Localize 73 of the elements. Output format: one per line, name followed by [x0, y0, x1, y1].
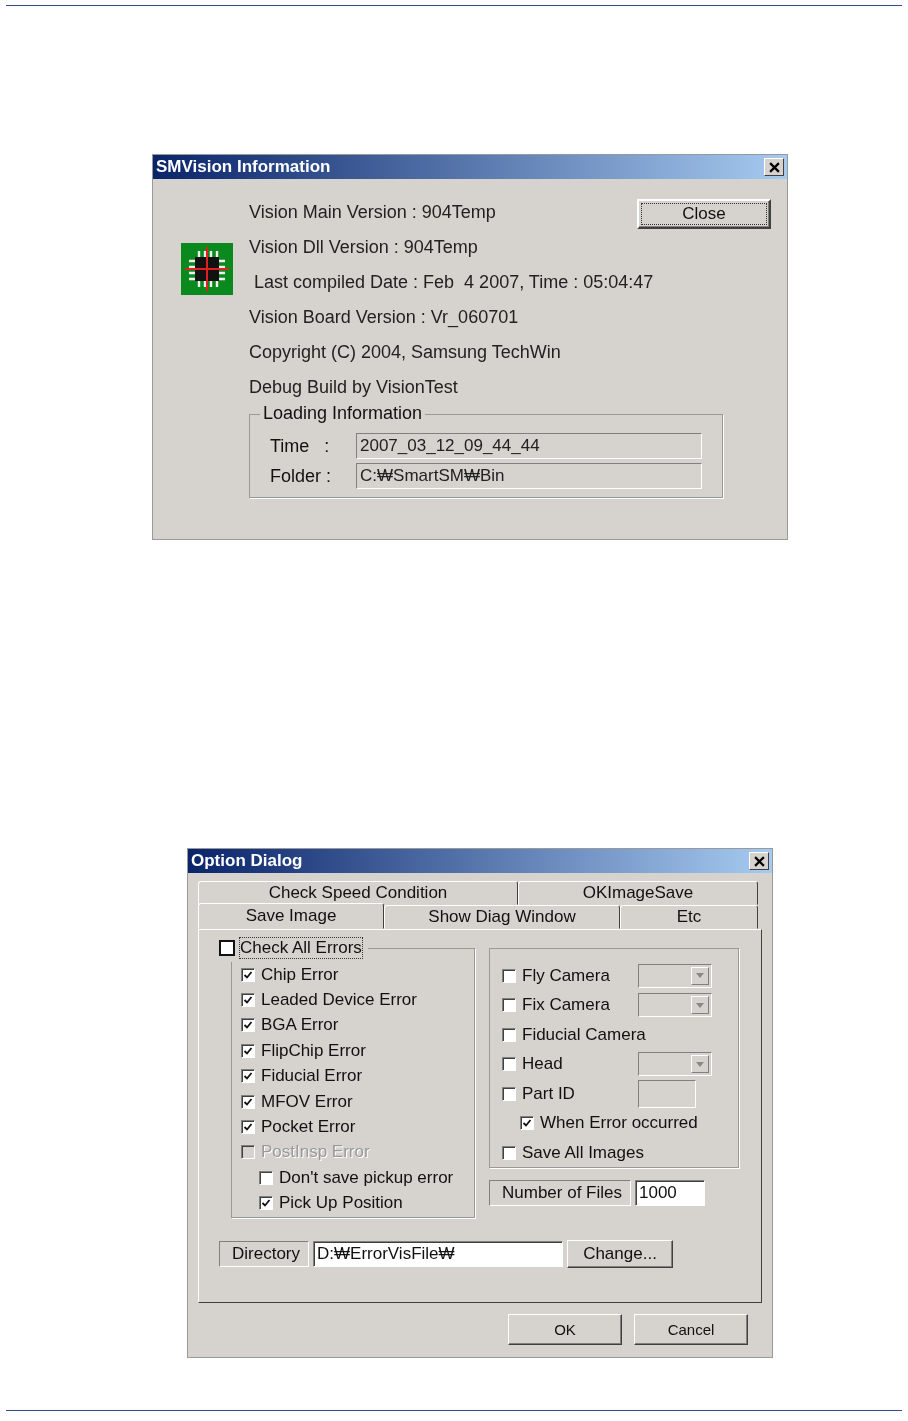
tab[interactable]: Save Image: [198, 903, 384, 929]
input-field[interactable]: D:₩ErrorVisFile₩: [313, 1241, 563, 1267]
dialog-button[interactable]: Cancel: [634, 1314, 748, 1345]
tab[interactable]: Etc: [620, 905, 758, 929]
dropdown[interactable]: [638, 963, 712, 988]
checkbox-label: When Error occurred: [540, 1113, 698, 1134]
info-text: Copyright (C) 2004, Samsung TechWin: [249, 341, 562, 364]
change-button[interactable]: Change...: [567, 1240, 673, 1268]
checkbox-label: Part ID: [522, 1083, 575, 1104]
checkbox-label: BGA Error: [261, 1015, 339, 1036]
tab[interactable]: Check Speed Condition: [198, 881, 518, 905]
tab[interactable]: OKImageSave: [518, 881, 758, 905]
dialog-button[interactable]: OK: [508, 1314, 622, 1345]
tab[interactable]: Show Diag Window: [384, 905, 620, 929]
chip-icon: [181, 243, 233, 295]
checkbox[interactable]: [241, 1069, 255, 1084]
checkbox-label: MFOV Error: [261, 1091, 353, 1112]
info-text: Vision Dll Version : 904Temp: [249, 236, 479, 259]
group-title: Loading Information: [260, 403, 426, 424]
checkbox[interactable]: [259, 1196, 273, 1211]
caret-icon: [696, 1061, 704, 1067]
checkbox-label: Don't save pickup error: [279, 1167, 454, 1188]
field-label: Directory: [219, 1241, 309, 1267]
checkbox[interactable]: [241, 1018, 255, 1033]
checkbox[interactable]: [241, 967, 255, 982]
info-text: Last compiled Date : Feb 4 2007, Time : 05:04:47: [253, 271, 655, 294]
checkbox-label: Fiducial Camera: [522, 1024, 646, 1045]
close-icon: [768, 161, 780, 173]
close-button[interactable]: [749, 852, 769, 870]
info-text: Vision Board Version : Vr_060701: [249, 306, 520, 330]
checkbox-label: PostInsp Error: [261, 1142, 370, 1163]
checkbox-label: Head: [522, 1054, 563, 1075]
checkbox-label: Fiducial Error: [261, 1066, 363, 1087]
checkbox[interactable]: [259, 1170, 273, 1185]
field-label: Folder :: [270, 465, 333, 487]
checkbox-label: Fly Camera: [522, 965, 610, 986]
checkbox-label: Pocket Error: [261, 1117, 356, 1138]
checkbox-label: Chip Error: [261, 964, 339, 985]
checkbox-label: Pick Up Position: [279, 1193, 403, 1214]
input-field[interactable]: [638, 1079, 696, 1108]
input-field[interactable]: 1000: [635, 1180, 705, 1206]
caret-icon: [696, 973, 704, 979]
field-label: Time :: [270, 435, 331, 457]
checkbox-label: Check All Errors: [240, 938, 362, 958]
close-button[interactable]: Close: [637, 199, 771, 229]
checkbox[interactable]: [502, 1145, 516, 1160]
checkbox-label: FlipChip Error: [261, 1040, 366, 1061]
info-text: Vision Main Version : 904Temp: [249, 201, 496, 224]
close-button[interactable]: [764, 158, 784, 176]
field-label: Number of Files: [489, 1180, 631, 1206]
checkbox[interactable]: [241, 993, 255, 1008]
checkbox-label: Fix Camera: [522, 995, 610, 1016]
dropdown[interactable]: [638, 993, 712, 1018]
caret-icon: [696, 1002, 704, 1008]
checkbox[interactable]: [219, 940, 235, 956]
window-title: Option Dialog: [191, 851, 303, 871]
checkbox-label: Leaded Device Error: [261, 990, 417, 1011]
read-only-field[interactable]: C:₩SmartSM₩Bin: [356, 463, 702, 489]
checkbox[interactable]: [241, 1120, 255, 1135]
close-icon: [753, 855, 765, 867]
checkbox[interactable]: [241, 1094, 255, 1109]
checkbox[interactable]: [241, 1043, 255, 1058]
checkbox[interactable]: [502, 998, 516, 1013]
checkbox[interactable]: [502, 968, 516, 983]
checkbox[interactable]: [502, 1027, 516, 1042]
window-title: SMVision Information: [156, 157, 331, 177]
read-only-field[interactable]: 2007_03_12_09_44_44: [356, 433, 702, 459]
checkbox[interactable]: [502, 1057, 516, 1072]
checkbox-label: Save All Images: [522, 1142, 644, 1163]
dropdown[interactable]: [638, 1052, 712, 1077]
info-text: Debug Build by VisionTest: [249, 376, 459, 399]
checkbox[interactable]: [502, 1086, 516, 1101]
checkbox[interactable]: [520, 1116, 534, 1131]
